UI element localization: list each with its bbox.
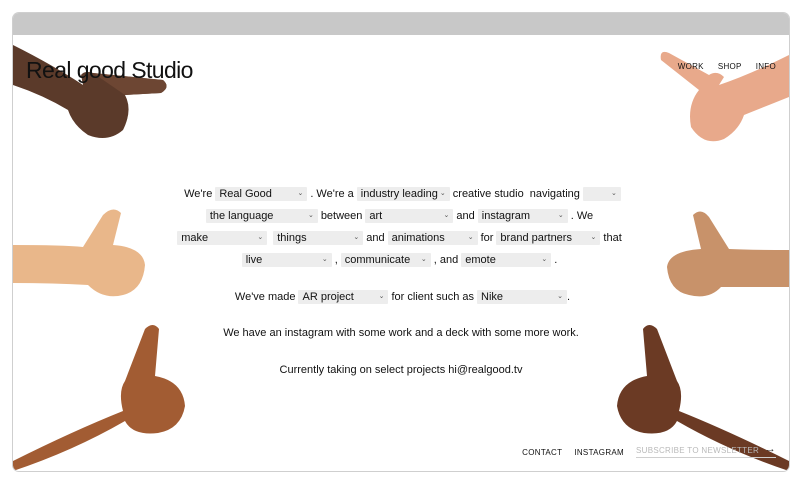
- select-value: communicate: [344, 254, 411, 266]
- contact-line: Currently taking on select projects hi@r…: [279, 364, 523, 376]
- intro-text: We're: [184, 187, 213, 200]
- select-value: emote: [465, 254, 496, 266]
- select-value: instagram: [481, 210, 531, 222]
- chevron-down-icon: ⌄: [257, 234, 264, 241]
- made-text: for client such as: [391, 290, 475, 303]
- intro-text: between: [320, 209, 363, 222]
- chevron-down-icon: ⌄: [297, 190, 304, 197]
- intro-text: that: [603, 231, 622, 244]
- made-text: .: [567, 290, 571, 303]
- select-value: Real Good: [219, 188, 272, 200]
- select-value: brand partners: [500, 232, 572, 244]
- select-value: industry leading: [360, 188, 438, 200]
- select-value: AR project: [302, 291, 354, 303]
- intro-line-3: make ⌄ things ⌄ and animations ⌄ for brand partn…: [13, 231, 789, 245]
- chevron-down-icon: ⌄: [378, 293, 385, 300]
- newsletter-placeholder: SUBSCRIBE TO NEWSLETTER: [636, 446, 760, 455]
- page: Real good Studio WORK SHOP INFO We're Rea…: [13, 35, 789, 471]
- footer-contact-link[interactable]: CONTACT: [522, 448, 562, 457]
- chevron-down-icon: ⌄: [541, 256, 548, 263]
- intro-topic-select[interactable]: the language ⌄: [205, 209, 318, 223]
- intro-text: .: [554, 253, 558, 266]
- chevron-down-icon: ⌄: [353, 234, 360, 241]
- chevron-down-icon: ⌄: [590, 234, 597, 241]
- intro-line-4: live ⌄, communicate ⌄ , and emote ⌄.: [13, 253, 789, 267]
- chevron-down-icon: ⌄: [557, 212, 564, 219]
- intro-navigating-select[interactable]: ⌄: [582, 187, 621, 201]
- intro-content: We're Real Good ⌄. We're a industry leading…: [13, 35, 789, 471]
- select-value: make: [181, 232, 209, 244]
- chevron-down-icon: ⌄: [611, 190, 617, 197]
- select-value: animations: [391, 232, 445, 244]
- intro-things-select[interactable]: things ⌄: [273, 231, 364, 245]
- intro-animations-select[interactable]: animations ⌄: [387, 231, 478, 245]
- chevron-down-icon: ⌄: [307, 212, 314, 219]
- intro-text: and: [456, 209, 475, 222]
- made-text: We've made: [234, 290, 296, 303]
- select-value: art: [369, 210, 383, 222]
- intro-text: for: [480, 231, 494, 244]
- select-value: the language: [209, 210, 274, 222]
- select-value: things: [277, 232, 307, 244]
- intro-text: navigating: [529, 187, 580, 200]
- intro-communicate-select[interactable]: communicate ⌄: [340, 253, 431, 267]
- chevron-down-icon: ⌄: [321, 256, 328, 263]
- footer: CONTACT INSTAGRAM SUBSCRIBE TO NEWSLETTE…: [522, 443, 776, 458]
- browser-top-bar: [13, 13, 789, 35]
- select-value: live: [245, 254, 263, 266]
- client-select[interactable]: Nike ⌄: [477, 290, 568, 304]
- intro-line-1: We're Real Good ⌄. We're a industry leading…: [13, 187, 789, 201]
- chevron-down-icon: ⌄: [443, 212, 450, 219]
- intro-descriptor-select[interactable]: industry leading ⌄: [356, 187, 450, 201]
- newsletter-subscribe-input[interactable]: SUBSCRIBE TO NEWSLETTER →: [636, 443, 776, 458]
- intro-text: and: [366, 231, 385, 244]
- intro-platform-select[interactable]: instagram ⌄: [477, 209, 568, 223]
- intro-text: creative studio: [452, 187, 524, 200]
- chevron-down-icon: ⌄: [557, 293, 564, 300]
- chevron-down-icon: ⌄: [420, 256, 427, 263]
- select-value: Nike: [481, 291, 504, 303]
- made-line: We've made AR project ⌄ for client such as N…: [13, 290, 789, 304]
- arrow-right-icon[interactable]: →: [765, 443, 776, 455]
- project-type-select[interactable]: AR project ⌄: [298, 290, 389, 304]
- intro-live-select[interactable]: live ⌄: [241, 253, 332, 267]
- intro-text: , and: [433, 253, 459, 266]
- intro-emote-select[interactable]: emote ⌄: [461, 253, 552, 267]
- instagram-line: We have an instagram with some work and …: [223, 327, 579, 339]
- intro-name-select[interactable]: Real Good ⌄: [215, 187, 308, 201]
- chevron-down-icon: ⌄: [467, 234, 474, 241]
- intro-art-select[interactable]: art ⌄: [365, 209, 454, 223]
- footer-instagram-link[interactable]: INSTAGRAM: [574, 448, 624, 457]
- intro-verb-select[interactable]: make ⌄: [177, 231, 268, 245]
- intro-partners-select[interactable]: brand partners ⌄: [496, 231, 601, 245]
- intro-text: . We're a: [310, 187, 354, 200]
- chevron-down-icon: ⌄: [439, 190, 446, 197]
- intro-line-2: the language ⌄ between art ⌄ and instagram ⌄ . W…: [13, 209, 789, 223]
- intro-text: . We: [570, 209, 594, 222]
- intro-text: ,: [334, 253, 338, 266]
- browser-frame: Real good Studio WORK SHOP INFO We're Rea…: [13, 13, 789, 471]
